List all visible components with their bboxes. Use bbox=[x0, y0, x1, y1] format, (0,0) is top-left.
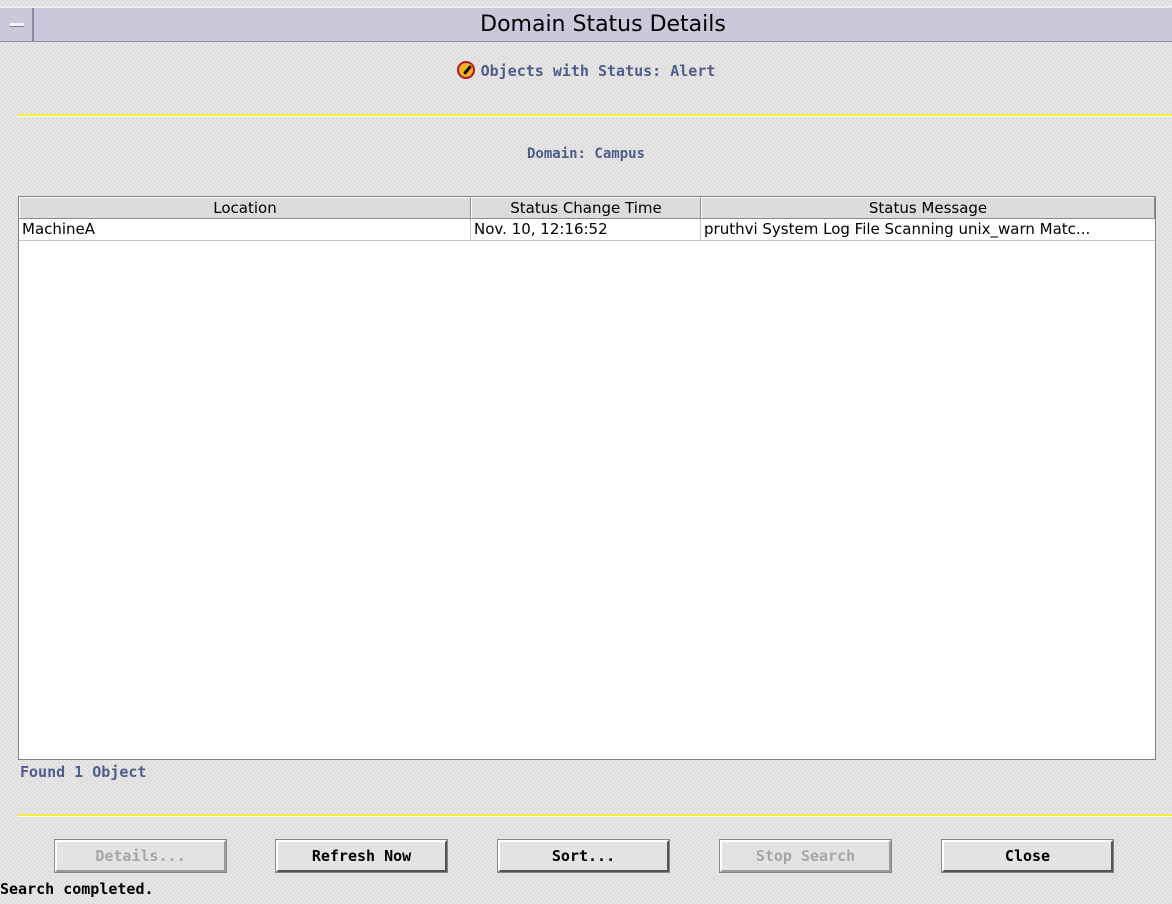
details-button[interactable]: Details... bbox=[54, 839, 227, 873]
table-header: Location Status Change Time Status Messa… bbox=[19, 197, 1155, 219]
cell-status-change-time: Nov. 10, 12:16:52 bbox=[471, 219, 701, 240]
cell-status-message: pruthvi System Log File Scanning unix_wa… bbox=[704, 220, 1091, 238]
sort-button[interactable]: Sort... bbox=[497, 839, 670, 873]
table-row[interactable]: MachineA Nov. 10, 12:16:52 pruthvi Syste… bbox=[19, 219, 1155, 241]
found-count: Found 1 Object bbox=[20, 763, 147, 781]
column-header-status-message[interactable]: Status Message bbox=[701, 197, 1155, 219]
domain-label: Domain: Campus bbox=[526, 146, 645, 162]
column-header-location[interactable]: Location bbox=[19, 197, 471, 219]
divider-top bbox=[18, 114, 1172, 117]
status-heading-text: Objects with Status: Alert bbox=[480, 62, 716, 80]
window-menu-button[interactable] bbox=[0, 8, 34, 41]
status-heading: Objects with Status: Alert bbox=[0, 61, 1172, 80]
status-bar-text: Search completed. bbox=[0, 880, 154, 898]
window-menu-icon bbox=[10, 23, 24, 27]
divider-bottom bbox=[18, 814, 1172, 817]
window-title: Domain Status Details bbox=[480, 12, 726, 37]
alert-icon bbox=[456, 61, 475, 79]
column-header-status-change-time[interactable]: Status Change Time bbox=[471, 197, 701, 219]
stop-search-button[interactable]: Stop Search bbox=[719, 839, 892, 873]
close-button[interactable]: Close bbox=[941, 839, 1114, 873]
title-bar[interactable]: Domain Status Details bbox=[0, 6, 1172, 42]
cell-location: MachineA bbox=[19, 219, 471, 240]
refresh-now-button[interactable]: Refresh Now bbox=[275, 839, 448, 873]
results-table[interactable]: Location Status Change Time Status Messa… bbox=[18, 196, 1156, 760]
